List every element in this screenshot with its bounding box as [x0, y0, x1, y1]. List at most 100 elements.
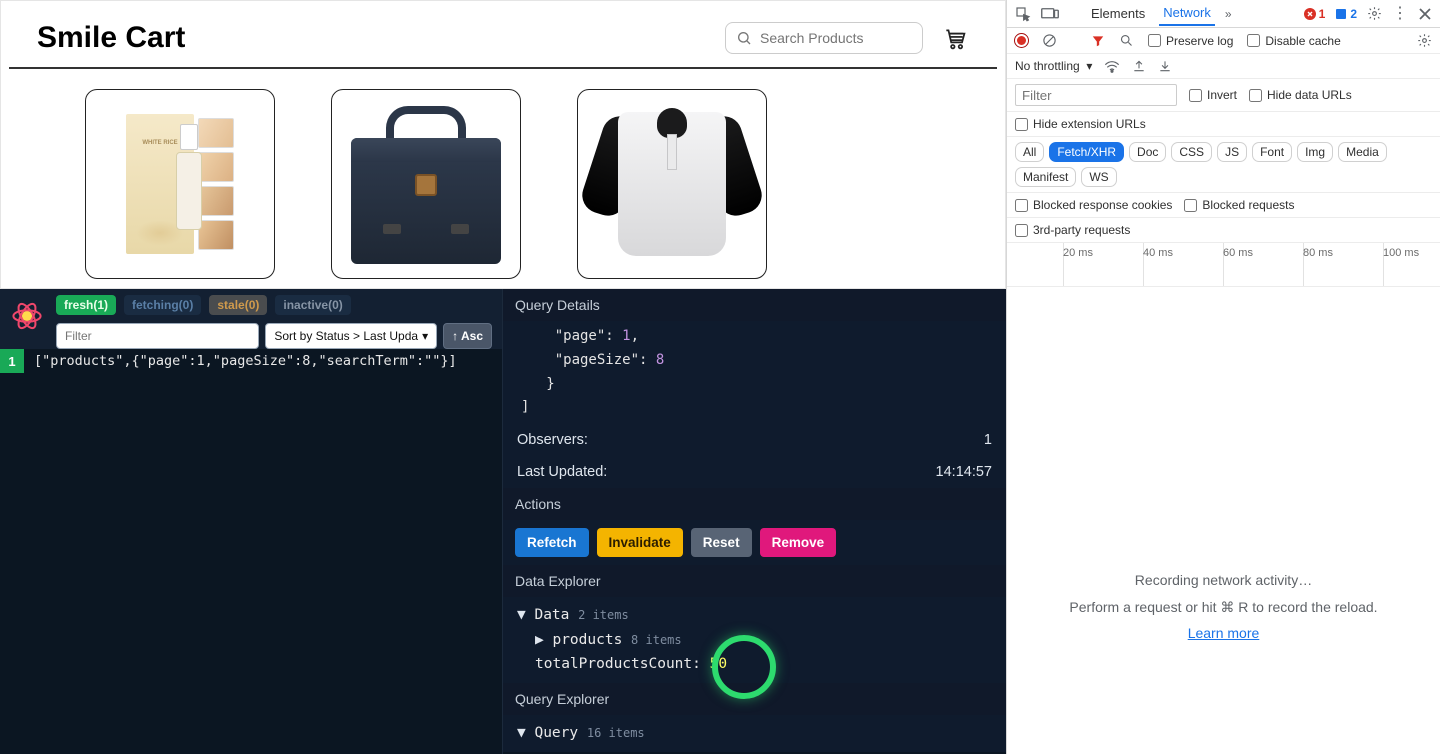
- observers-row: Observers: 1: [503, 424, 1006, 456]
- sort-select[interactable]: Sort by Status > Last Upda ▾: [265, 323, 437, 349]
- upload-icon[interactable]: [1132, 59, 1146, 73]
- record-icon[interactable]: [1015, 34, 1028, 47]
- gear-icon[interactable]: [1417, 33, 1432, 48]
- blocked-requests-checkbox[interactable]: Blocked requests: [1184, 198, 1294, 212]
- data-root-row[interactable]: ▼ Data 2 items: [517, 603, 992, 628]
- devtools-tabs: Elements Network » 1 2 ⋮: [1007, 0, 1440, 28]
- clear-icon[interactable]: [1042, 33, 1057, 48]
- search-wrapper: [725, 22, 923, 54]
- kebab-menu-icon[interactable]: ⋮: [1392, 6, 1408, 22]
- wifi-icon[interactable]: [1104, 59, 1120, 73]
- network-toolbar: Preserve log Disable cache: [1007, 28, 1440, 54]
- download-icon[interactable]: [1158, 59, 1172, 73]
- product-image: WHITE RICE: [126, 114, 234, 254]
- hide-ext-row: Hide extension URLs: [1007, 112, 1440, 137]
- filter-doc[interactable]: Doc: [1129, 142, 1166, 162]
- close-icon[interactable]: [1418, 7, 1432, 21]
- data-explorer-title: Data Explorer: [503, 565, 1006, 597]
- invalidate-button[interactable]: Invalidate: [597, 528, 683, 557]
- device-toggle-icon[interactable]: [1041, 7, 1059, 21]
- filter-media[interactable]: Media: [1338, 142, 1387, 162]
- pill-inactive[interactable]: inactive(0): [275, 295, 350, 315]
- triangle-down-icon: ▼: [517, 725, 526, 741]
- hide-extension-urls-checkbox[interactable]: Hide extension URLs: [1015, 117, 1146, 131]
- app-window: Smile Cart WHITE RICE: [0, 0, 1006, 289]
- product-card[interactable]: WHITE RICE: [85, 89, 275, 279]
- triangle-right-icon: ▶: [535, 632, 544, 648]
- last-updated-value: 14:14:57: [936, 464, 992, 480]
- more-tabs-icon[interactable]: »: [1225, 7, 1232, 21]
- issues-count[interactable]: 2: [1335, 7, 1357, 21]
- throttling-row: No throttling ▾: [1007, 54, 1440, 79]
- app-title: Smile Cart: [37, 21, 725, 55]
- filter-js[interactable]: JS: [1217, 142, 1247, 162]
- observers-value: 1: [984, 432, 992, 448]
- query-details-title: Query Details: [503, 289, 1006, 321]
- hide-data-urls-checkbox[interactable]: Hide data URLs: [1249, 88, 1352, 102]
- inspect-icon[interactable]: [1015, 6, 1031, 22]
- devtools-left-pane: fresh(1) fetching(0) stale(0) inactive(0…: [0, 289, 502, 754]
- query-observers-badge: 1: [0, 349, 24, 373]
- products-grid: WHITE RICE: [1, 69, 1005, 299]
- filter-css[interactable]: CSS: [1171, 142, 1212, 162]
- filter-ws[interactable]: WS: [1081, 167, 1116, 187]
- network-filter-input[interactable]: [1015, 84, 1177, 106]
- error-count[interactable]: 1: [1304, 7, 1326, 21]
- refetch-button[interactable]: Refetch: [515, 528, 589, 557]
- query-list-item[interactable]: 1 ["products",{"page":1,"pageSize":8,"se…: [0, 349, 502, 373]
- app-header: Smile Cart: [9, 1, 997, 69]
- tab-elements[interactable]: Elements: [1087, 2, 1149, 25]
- throttling-select[interactable]: No throttling ▾: [1015, 59, 1092, 73]
- chrome-devtools: Elements Network » 1 2 ⋮ Preserve log Di…: [1006, 0, 1440, 754]
- tab-network[interactable]: Network: [1159, 1, 1215, 26]
- product-image: [592, 104, 752, 264]
- actions-row: Refetch Invalidate Reset Remove: [503, 520, 1006, 565]
- blocked-cookies-checkbox[interactable]: Blocked response cookies: [1015, 198, 1172, 212]
- filter-icon[interactable]: [1091, 34, 1105, 48]
- filter-fetch[interactable]: Fetch/XHR: [1049, 142, 1124, 162]
- query-root-row[interactable]: ▼ Query 16 items: [517, 721, 992, 746]
- query-explorer: ▼ Query 16 items: [503, 715, 1006, 752]
- pill-stale[interactable]: stale(0): [209, 295, 267, 315]
- gear-icon[interactable]: [1367, 6, 1382, 21]
- invert-checkbox[interactable]: Invert: [1189, 88, 1237, 102]
- search-icon[interactable]: [1119, 33, 1134, 48]
- blocked-row: Blocked response cookies Blocked request…: [1007, 193, 1440, 218]
- pill-fetching[interactable]: fetching(0): [124, 295, 201, 315]
- pill-fresh[interactable]: fresh(1): [56, 295, 116, 315]
- remove-button[interactable]: Remove: [760, 528, 837, 557]
- recording-text: Recording network activity…: [1035, 567, 1412, 594]
- filter-img[interactable]: Img: [1297, 142, 1333, 162]
- network-empty-state: Recording network activity… Perform a re…: [1007, 287, 1440, 647]
- product-image: [351, 104, 501, 264]
- hint-text: Perform a request or hit ⌘ R to record t…: [1035, 594, 1412, 621]
- disable-cache-checkbox[interactable]: Disable cache: [1247, 34, 1340, 48]
- search-input[interactable]: [725, 22, 923, 54]
- observers-label: Observers:: [517, 432, 588, 448]
- sort-order-button[interactable]: ↑ Asc: [443, 323, 492, 349]
- chevron-down-icon: ▾: [422, 329, 428, 343]
- triangle-down-icon: ▼: [517, 607, 526, 623]
- filter-row: Invert Hide data URLs: [1007, 79, 1440, 112]
- devtools-filter-input[interactable]: [56, 323, 259, 349]
- learn-more-link[interactable]: Learn more: [1188, 625, 1260, 641]
- actions-title: Actions: [503, 488, 1006, 520]
- react-query-logo-icon: [10, 299, 44, 333]
- third-party-checkbox[interactable]: 3rd-party requests: [1015, 223, 1130, 237]
- cursor-highlight: [712, 635, 776, 699]
- product-card[interactable]: [331, 89, 521, 279]
- preserve-log-checkbox[interactable]: Preserve log: [1148, 34, 1233, 48]
- query-key: ["products",{"page":1,"pageSize":8,"sear…: [24, 349, 467, 373]
- filter-font[interactable]: Font: [1252, 142, 1292, 162]
- query-details-json: "page": 1, "pageSize": 8 } ]: [503, 321, 1006, 424]
- cart-icon[interactable]: [941, 25, 969, 51]
- search-icon: [736, 30, 752, 46]
- reset-button[interactable]: Reset: [691, 528, 752, 557]
- product-card[interactable]: [577, 89, 767, 279]
- sort-label: Sort by Status > Last Upda: [274, 329, 418, 343]
- devtools-filters: fresh(1) fetching(0) stale(0) inactive(0…: [0, 289, 502, 349]
- filter-manifest[interactable]: Manifest: [1015, 167, 1076, 187]
- filter-all[interactable]: All: [1015, 142, 1044, 162]
- filter-types-row: All Fetch/XHR Doc CSS JS Font Img Media …: [1007, 137, 1440, 193]
- network-timeline[interactable]: 20 ms 40 ms 60 ms 80 ms 100 ms: [1007, 243, 1440, 287]
